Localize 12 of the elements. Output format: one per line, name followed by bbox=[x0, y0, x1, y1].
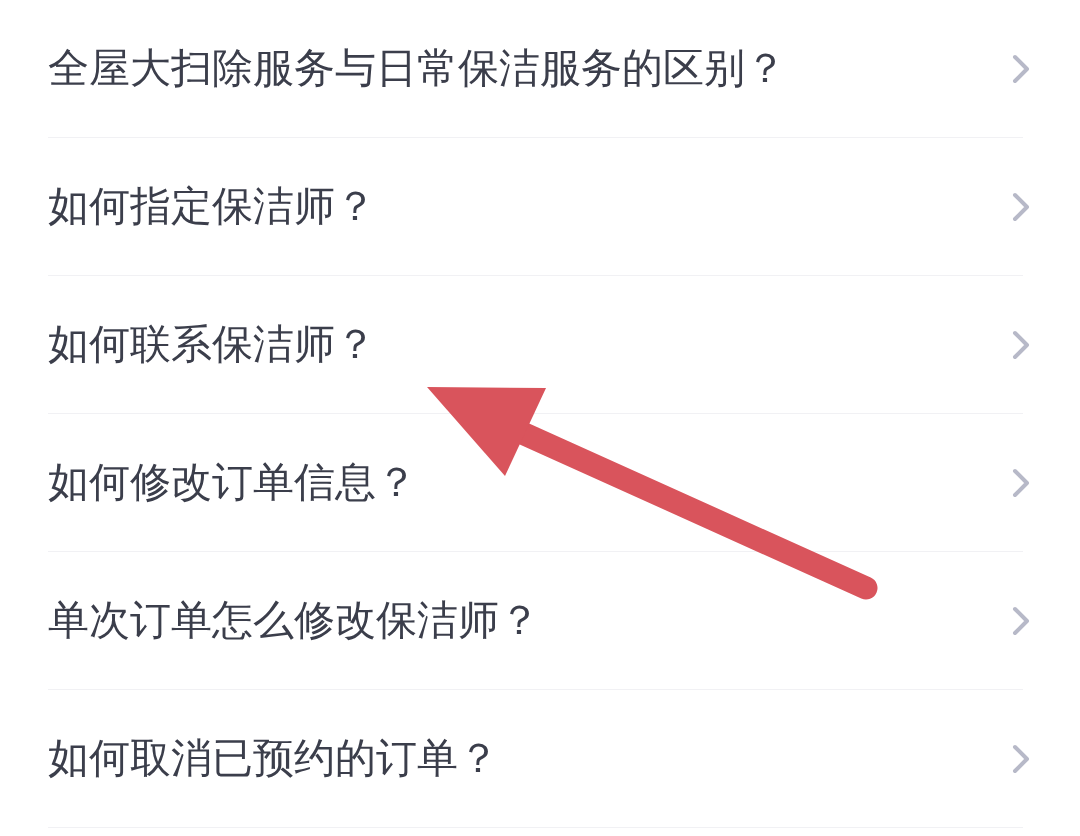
faq-item[interactable]: 单次订单怎么修改保洁师？ bbox=[0, 552, 1080, 689]
faq-item[interactable]: 如何修改订单信息？ bbox=[0, 414, 1080, 551]
chevron-right-icon bbox=[1012, 191, 1030, 222]
faq-item[interactable]: 如何联系保洁师？ bbox=[0, 276, 1080, 413]
chevron-right-icon bbox=[1012, 743, 1030, 774]
chevron-right-icon bbox=[1012, 605, 1030, 636]
faq-item[interactable]: 全屋大扫除服务与日常保洁服务的区别？ bbox=[0, 0, 1080, 137]
chevron-right-icon bbox=[1012, 329, 1030, 360]
faq-item[interactable]: 如何指定保洁师？ bbox=[0, 138, 1080, 275]
chevron-right-icon bbox=[1012, 53, 1030, 84]
faq-item[interactable]: 如何取消已预约的订单？ bbox=[0, 690, 1080, 827]
chevron-right-icon bbox=[1012, 467, 1030, 498]
